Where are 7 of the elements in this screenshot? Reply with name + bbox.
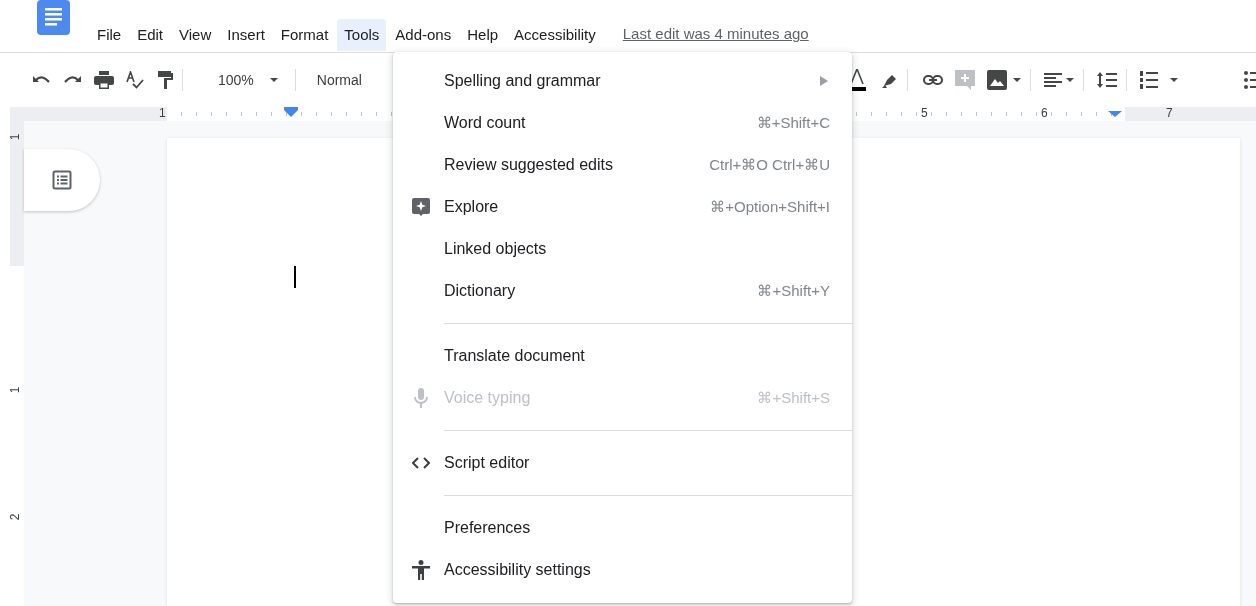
ruler-number: 1 <box>9 386 22 394</box>
ruler-number: 5 <box>921 106 928 120</box>
ruler-number: 2 <box>9 513 22 521</box>
ruler-number: 1 <box>159 106 166 120</box>
ruler-number: 6 <box>1041 106 1048 120</box>
ruler-number: 1 <box>9 133 22 141</box>
ruler-number: 7 <box>1166 106 1173 120</box>
